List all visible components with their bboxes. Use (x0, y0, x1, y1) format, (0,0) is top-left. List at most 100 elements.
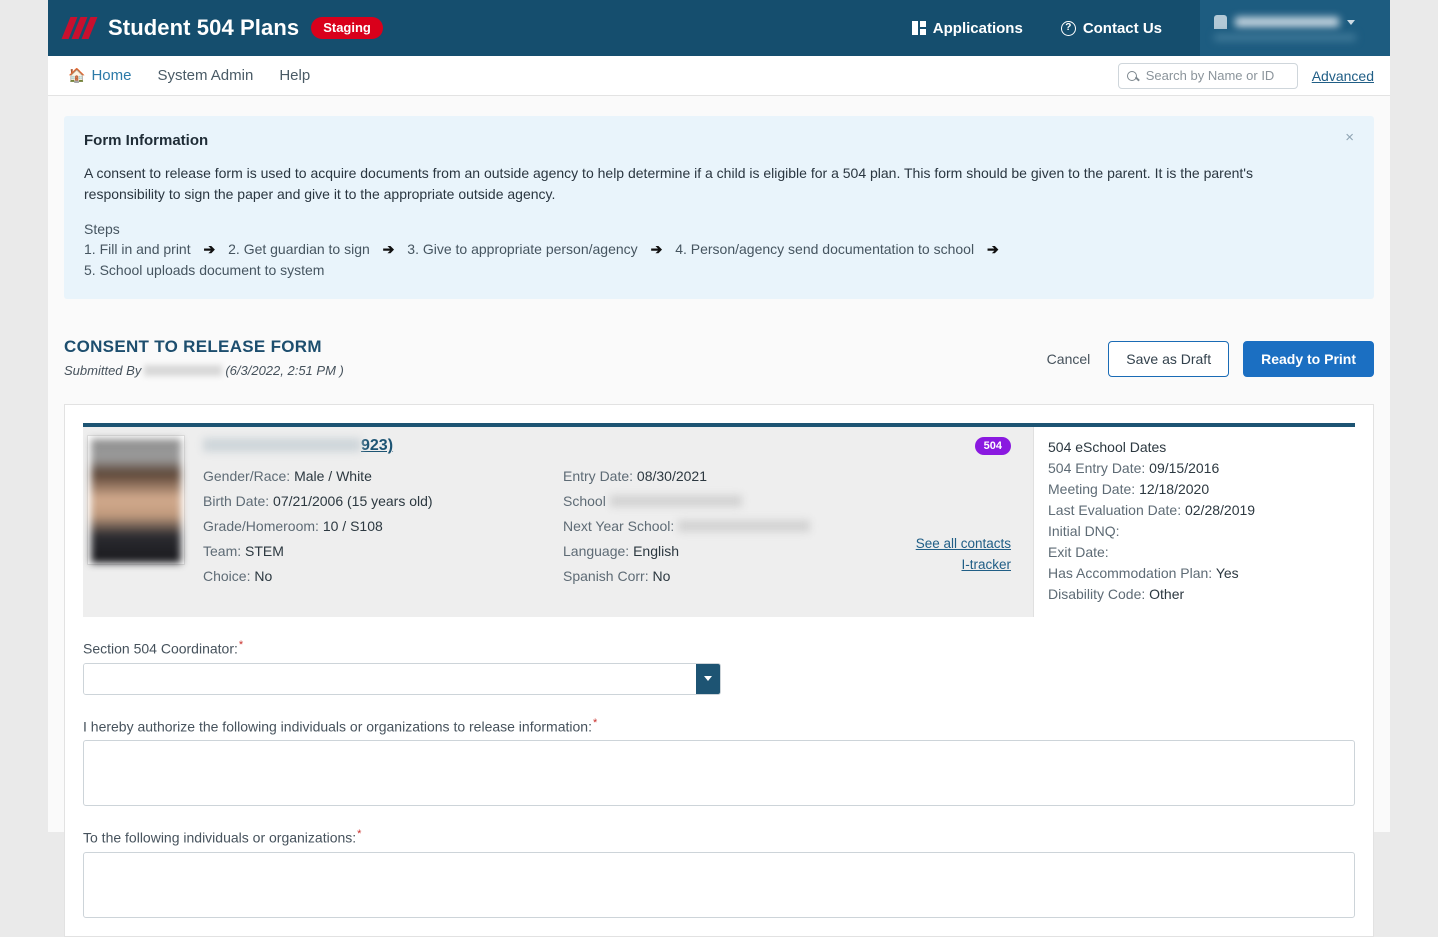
submitted-by-prefix: Submitted By (64, 363, 142, 378)
value-last-evaluation-date: 02/28/2019 (1184, 502, 1256, 518)
step-1: 1. Fill in and print (84, 241, 191, 257)
required-asterisk-to: * (357, 828, 362, 841)
app-page: Student 504 Plans Staging Applications ?… (48, 0, 1390, 937)
student-row-gender-race: Gender/Race: Male / White (203, 464, 563, 489)
label-meeting-date: Meeting Date: (1048, 481, 1136, 497)
contact-us-label: Contact Us (1082, 19, 1162, 37)
step-3: 3. Give to appropriate person/agency (407, 241, 638, 257)
to-individuals-textarea[interactable] (83, 851, 1355, 918)
step-4: 4. Person/agency send documentation to s… (675, 241, 975, 257)
value-accommodation-plan: Yes (1215, 565, 1239, 581)
label-entry-date: Entry Date: (563, 468, 634, 484)
student-photo-frame (87, 435, 185, 565)
value-entry-date: 08/30/2021 (636, 468, 707, 484)
environment-badge: Staging (311, 16, 383, 40)
label-initial-dnq: Initial DNQ: (1048, 523, 1120, 539)
form-actions: Cancel Save as Draft Ready to Print (1043, 337, 1374, 377)
form-header: CONSENT TO RELEASE FORM Submitted By (6/… (64, 337, 1374, 378)
field-section-504-coordinator: Section 504 Coordinator:* (83, 639, 1355, 695)
grid-icon (911, 21, 926, 35)
user-role-redacted (1214, 34, 1356, 41)
ready-to-print-button[interactable]: Ready to Print (1243, 341, 1374, 377)
value-504-entry-date: 09/15/2016 (1149, 460, 1220, 476)
save-as-draft-button[interactable]: Save as Draft (1108, 341, 1230, 377)
student-row-next-year-school: Next Year School: (563, 514, 811, 539)
form-information-heading: Form Information (84, 132, 209, 149)
student-photo-image (91, 439, 181, 563)
student-name-link[interactable]: 923) (203, 437, 1033, 457)
status-badge-504: 504 (974, 437, 1011, 455)
i-tracker-link[interactable]: I-tracker (916, 554, 1011, 575)
label-choice: Choice: (203, 568, 251, 584)
submitted-by: Submitted By (6/3/2022, 2:51 PM ) (64, 363, 344, 378)
student-row-spanish-corr: Spanish Corr: No (563, 564, 810, 589)
value-team: STEM (245, 543, 284, 559)
student-card-links: See all contacts I-tracker (916, 533, 1011, 575)
nav-item-help[interactable]: Help (279, 67, 310, 84)
student-row-choice: Choice: No (203, 564, 563, 589)
label-grade-homeroom: Grade/Homeroom: (203, 518, 319, 534)
steps-list: 1. Fill in and print ➔ 2. Get guardian t… (84, 239, 1354, 281)
value-gender-race: Male / White (294, 468, 372, 484)
nav-item-home[interactable]: 🏠 Home (68, 67, 131, 84)
label-text-authorize: I hereby authorize the following individ… (83, 718, 592, 735)
label-to-individuals: To the following individuals or organiza… (83, 828, 1355, 846)
nav-item-system-admin-label: System Admin (157, 67, 254, 84)
label-accommodation-plan: Has Accommodation Plan: (1048, 565, 1213, 581)
nav-right: Advanced (1117, 62, 1374, 89)
label-section-504-coordinator: Section 504 Coordinator:* (83, 639, 1355, 657)
student-detail-column-mid: Entry Date: 08/30/2021 School Next Year … (563, 464, 811, 589)
user-name-redacted (1235, 17, 1339, 27)
cancel-button[interactable]: Cancel (1043, 343, 1095, 375)
label-gender-race: Gender/Race: (203, 468, 291, 484)
step-arrow-4: ➔ (986, 241, 999, 257)
user-avatar-icon (1214, 15, 1227, 29)
eschool-row-exit-date: Exit Date: (1048, 542, 1355, 563)
eschool-row-disability-code: Disability Code: Other (1048, 584, 1355, 605)
brand-bar: Student 504 Plans Staging Applications ?… (48, 0, 1390, 56)
close-icon[interactable]: × (1339, 128, 1360, 147)
label-text-coordinator: Section 504 Coordinator: (83, 640, 238, 657)
authorize-release-textarea[interactable] (83, 740, 1355, 807)
label-birth-date: Birth Date: (203, 493, 270, 509)
eschool-row-entry-date: 504 Entry Date: 09/15/2016 (1048, 458, 1355, 479)
step-arrow-3: ➔ (650, 241, 663, 257)
nav-item-system-admin[interactable]: System Admin (157, 67, 253, 84)
coordinator-select[interactable] (83, 662, 721, 695)
user-account-row (1214, 15, 1390, 29)
applications-menu[interactable]: Applications (911, 20, 1023, 37)
brand-bar-right: Applications ? Contact Us (911, 0, 1390, 56)
chevron-down-icon (1347, 19, 1355, 25)
home-icon: 🏠 (68, 67, 86, 83)
nav-item-home-label: Home (91, 67, 132, 84)
coordinator-input[interactable] (84, 663, 696, 694)
student-details: 923) 504 Gender/Race: Male / White Birth… (185, 427, 1033, 617)
chevron-down-icon (704, 676, 712, 682)
label-last-evaluation-date: Last Evaluation Date: (1048, 502, 1182, 518)
steps-label: Steps (84, 221, 120, 237)
step-5: 5. School uploads document to system (84, 262, 325, 278)
app-title: Student 504 Plans (108, 15, 300, 40)
student-row-team: Team: STEM (203, 539, 563, 564)
value-meeting-date: 12/18/2020 (1139, 481, 1210, 497)
step-arrow-2: ➔ (382, 241, 395, 257)
coordinator-dropdown-button[interactable] (696, 663, 720, 694)
student-row-school: School (563, 489, 810, 514)
search-box[interactable] (1117, 62, 1298, 89)
search-input[interactable] (1143, 67, 1289, 84)
user-account-menu[interactable] (1200, 0, 1390, 56)
required-asterisk-authorize: * (592, 716, 598, 729)
label-disability-code: Disability Code: (1048, 586, 1146, 602)
see-all-contacts-link[interactable]: See all contacts (916, 533, 1011, 554)
value-language: English (633, 543, 679, 559)
student-id-suffix: 923) (361, 437, 394, 454)
page-title: CONSENT TO RELEASE FORM (64, 337, 322, 356)
submitted-by-date: (6/3/2022, 2:51 PM ) (225, 363, 344, 378)
form-information-body: A consent to release form is used to acq… (84, 165, 1253, 202)
contact-us-link[interactable]: ? Contact Us (1060, 19, 1162, 37)
value-school-redacted (609, 495, 742, 507)
advanced-search-link[interactable]: Advanced (1312, 68, 1374, 84)
label-school: School (563, 493, 606, 509)
page-content: × Form Information A consent to release … (48, 116, 1390, 937)
app-logo-icon (61, 15, 98, 41)
